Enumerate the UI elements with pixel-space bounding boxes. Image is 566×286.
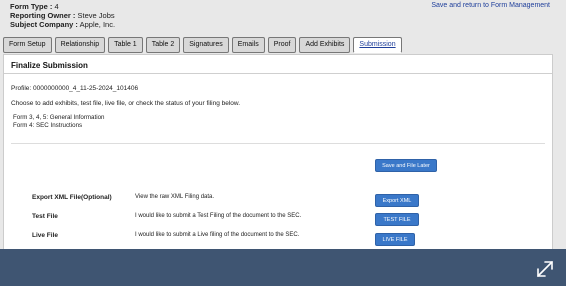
tab-submission[interactable]: Submission xyxy=(353,37,402,53)
submission-panel: Finalize Submission Profile: 0000000000_… xyxy=(3,54,553,250)
test-file-label: Test File xyxy=(32,213,58,220)
instruction-text: Choose to add exhibits, test file, live … xyxy=(11,100,241,107)
reporting-owner-line: Reporting Owner : Steve Jobs xyxy=(10,11,115,20)
tab-signatures[interactable]: Signatures xyxy=(183,37,229,53)
save-and-return-link[interactable]: Save and return to Form Management xyxy=(431,2,550,9)
test-file-desc: I would like to submit a Test Filing of … xyxy=(135,213,302,219)
title-divider xyxy=(4,73,552,74)
live-file-desc: I would like to submit a Live filing of … xyxy=(135,232,300,238)
form-general-info-link[interactable]: Form 3, 4, 5: General Information xyxy=(13,114,104,122)
expand-icon[interactable] xyxy=(534,258,556,280)
test-file-button[interactable]: TEST FILE xyxy=(375,213,419,226)
subject-company-line: Subject Company : Apple, Inc. xyxy=(10,20,116,29)
form-header: Form Type : 4 Reporting Owner : Steve Jo… xyxy=(10,2,115,29)
panel-title: Finalize Submission xyxy=(11,61,88,70)
tab-add-exhibits[interactable]: Add Exhibits xyxy=(299,37,351,53)
export-xml-desc: View the raw XML Filing data. xyxy=(135,194,215,200)
tab-proof[interactable]: Proof xyxy=(267,37,297,53)
section-divider xyxy=(11,143,545,144)
tab-table-1[interactable]: Table 1 xyxy=(108,37,143,53)
form-sec-instructions-link[interactable]: Form 4: SEC Instructions xyxy=(13,122,104,130)
live-file-label: Live File xyxy=(32,232,59,239)
profile-text: Profile: 0000000000_4_11-25-2024_101406 xyxy=(11,85,139,92)
tab-emails[interactable]: Emails xyxy=(231,37,265,53)
tab-table-2[interactable]: Table 2 xyxy=(145,37,181,53)
tab-relationship[interactable]: Relationship xyxy=(54,37,106,53)
save-and-file-later-button[interactable]: Save and File Later xyxy=(375,159,437,172)
form-type-line: Form Type : 4 xyxy=(10,2,59,11)
export-xml-label: Export XML File(Optional) xyxy=(32,194,112,201)
bottom-bar xyxy=(0,249,566,286)
export-xml-button[interactable]: Export XML xyxy=(375,194,419,207)
tab-form-setup[interactable]: Form Setup xyxy=(3,37,52,53)
form-links: Form 3, 4, 5: General Information Form 4… xyxy=(13,114,104,130)
live-file-button[interactable]: LIVE FILE xyxy=(375,233,415,246)
tab-bar: Form Setup Relationship Table 1 Table 2 … xyxy=(3,37,402,53)
